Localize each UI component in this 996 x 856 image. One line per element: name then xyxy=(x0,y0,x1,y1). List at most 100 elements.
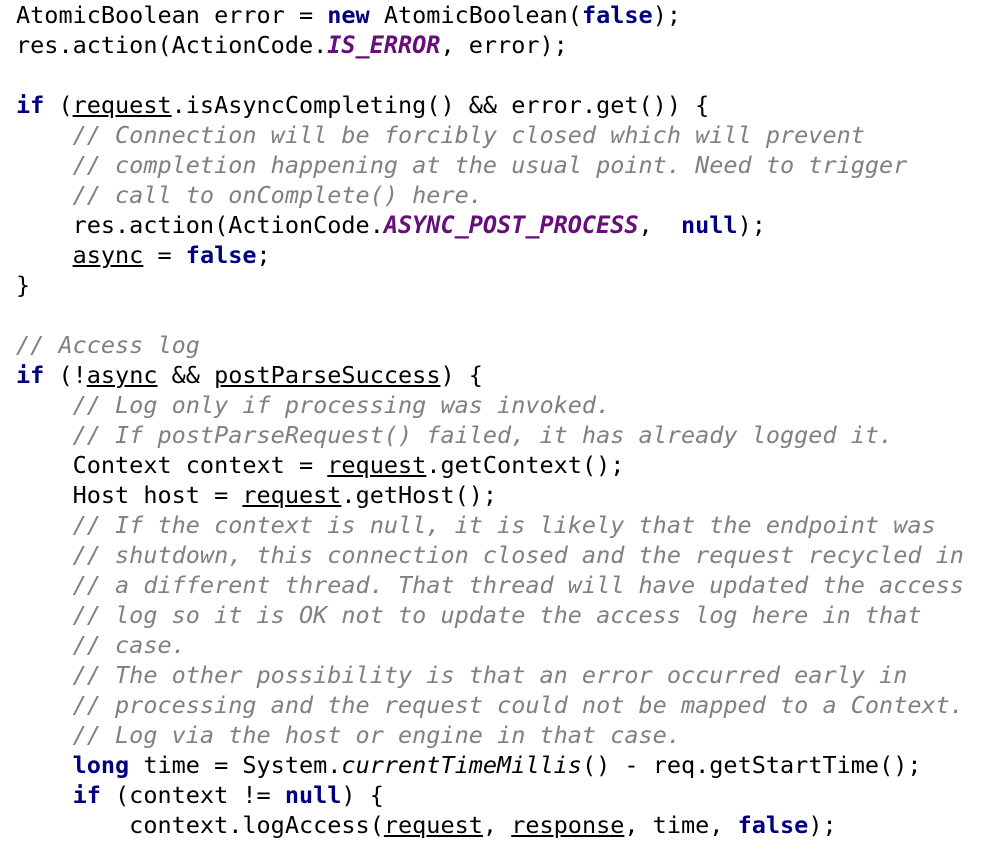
code-token: // log so it is OK not to update the acc… xyxy=(73,601,922,629)
code-token xyxy=(16,631,73,659)
code-token: request xyxy=(384,811,483,839)
code-token: // Access log xyxy=(16,331,200,359)
code-token: () - req.getStartTime(); xyxy=(582,751,922,779)
code-token: ); xyxy=(808,811,836,839)
code-token: context.logAccess( xyxy=(16,811,384,839)
code-token: Context context = xyxy=(16,451,327,479)
code-token: IS_ERROR xyxy=(327,31,440,59)
code-token: AtomicBoolean error = xyxy=(16,1,327,29)
code-token: // processing and the request could not … xyxy=(73,691,964,719)
code-token xyxy=(16,691,73,719)
code-token: if xyxy=(73,781,101,809)
code-token: res.action(ActionCode. xyxy=(16,31,327,59)
code-token: // If postParseRequest() failed, it has … xyxy=(73,421,894,449)
code-token: time = System. xyxy=(129,751,341,779)
code-line[interactable]: // log so it is OK not to update the acc… xyxy=(16,601,922,629)
code-token xyxy=(16,781,73,809)
code-token xyxy=(16,661,73,689)
code-token xyxy=(16,721,73,749)
code-token: request xyxy=(73,91,172,119)
code-token: Host host = xyxy=(16,481,242,509)
code-token: (context != xyxy=(101,781,285,809)
code-token: if xyxy=(16,361,44,389)
code-line[interactable]: Host host = request.getHost(); xyxy=(16,481,497,509)
code-token: false xyxy=(738,811,809,839)
code-token: null xyxy=(681,211,738,239)
code-token: false xyxy=(186,241,257,269)
code-line[interactable]: // Log via the host or engine in that ca… xyxy=(16,721,681,749)
code-line[interactable]: // case. xyxy=(16,631,186,659)
code-token: // The other possibility is that an erro… xyxy=(73,661,908,689)
code-token xyxy=(16,181,73,209)
code-token: // case. xyxy=(73,631,186,659)
code-token: } xyxy=(16,271,30,299)
code-line[interactable]: AtomicBoolean error = new AtomicBoolean(… xyxy=(16,1,681,29)
code-token xyxy=(16,601,73,629)
code-token: // completion happening at the usual poi… xyxy=(73,151,908,179)
code-line[interactable]: long time = System.currentTimeMillis() -… xyxy=(16,751,922,779)
code-token xyxy=(16,751,73,779)
code-line[interactable]: if (request.isAsyncCompleting() && error… xyxy=(16,91,709,119)
code-line[interactable]: Context context = request.getContext(); xyxy=(16,451,624,479)
code-line[interactable]: // If postParseRequest() failed, it has … xyxy=(16,421,893,449)
code-token: response xyxy=(511,811,624,839)
code-token: .isAsyncCompleting() && error.get()) { xyxy=(172,91,710,119)
code-line[interactable]: context.logAccess(request, response, tim… xyxy=(16,811,837,839)
code-token: ( xyxy=(44,91,72,119)
code-token: = xyxy=(143,241,185,269)
code-token: .getHost(); xyxy=(341,481,497,509)
code-token xyxy=(16,241,73,269)
code-token: ASYNC_POST_PROCESS xyxy=(384,211,639,239)
code-token xyxy=(16,511,73,539)
code-token: request xyxy=(327,451,426,479)
code-token: (! xyxy=(44,361,86,389)
code-line[interactable]: // If the context is null, it is likely … xyxy=(16,511,936,539)
code-token xyxy=(16,121,73,149)
code-line[interactable]: // The other possibility is that an erro… xyxy=(16,661,907,689)
code-token: .getContext(); xyxy=(426,451,624,479)
code-token: async xyxy=(87,361,158,389)
code-token: new xyxy=(327,1,369,29)
code-line[interactable]: if (!async && postParseSuccess) { xyxy=(16,361,483,389)
code-token: postParseSuccess xyxy=(214,361,440,389)
code-line[interactable]: async = false; xyxy=(16,241,271,269)
code-token: , xyxy=(639,211,681,239)
code-token: long xyxy=(73,751,130,779)
code-token: // shutdown, this connection closed and … xyxy=(73,541,964,569)
code-token: // Log via the host or engine in that ca… xyxy=(73,721,681,749)
code-token: ) { xyxy=(440,361,482,389)
code-line[interactable]: // Access log xyxy=(16,331,200,359)
code-token xyxy=(16,541,73,569)
code-token: AtomicBoolean( xyxy=(370,1,582,29)
code-token: currentTimeMillis xyxy=(341,751,582,779)
code-token: , error); xyxy=(440,31,567,59)
code-line[interactable]: // shutdown, this connection closed and … xyxy=(16,541,964,569)
code-line[interactable]: // call to onComplete() here. xyxy=(16,181,483,209)
code-line[interactable]: // processing and the request could not … xyxy=(16,691,964,719)
code-token xyxy=(16,571,73,599)
code-token: // call to onComplete() here. xyxy=(73,181,483,209)
code-token: ; xyxy=(257,241,271,269)
code-line[interactable]: // Connection will be forcibly closed wh… xyxy=(16,121,865,149)
code-token xyxy=(16,391,73,419)
code-token: async xyxy=(73,241,144,269)
code-token: // If the context is null, it is likely … xyxy=(73,511,936,539)
code-line[interactable]: if (context != null) { xyxy=(16,781,384,809)
code-token: // a different thread. That thread will … xyxy=(73,571,964,599)
code-token xyxy=(16,421,73,449)
code-token: false xyxy=(582,1,653,29)
code-line[interactable]: // a different thread. That thread will … xyxy=(16,571,964,599)
code-token: , xyxy=(483,811,511,839)
code-token: ) { xyxy=(341,781,383,809)
code-token: request xyxy=(242,481,341,509)
code-token: // Connection will be forcibly closed wh… xyxy=(73,121,865,149)
code-line[interactable]: res.action(ActionCode.IS_ERROR, error); xyxy=(16,31,568,59)
code-line[interactable]: res.action(ActionCode.ASYNC_POST_PROCESS… xyxy=(16,211,766,239)
code-token: && xyxy=(158,361,215,389)
code-editor-content[interactable]: AtomicBoolean error = new AtomicBoolean(… xyxy=(0,0,996,840)
code-line[interactable]: // Log only if processing was invoked. xyxy=(16,391,610,419)
code-line[interactable]: } xyxy=(16,271,30,299)
code-token: ); xyxy=(653,1,681,29)
code-token: if xyxy=(16,91,44,119)
code-line[interactable]: // completion happening at the usual poi… xyxy=(16,151,907,179)
